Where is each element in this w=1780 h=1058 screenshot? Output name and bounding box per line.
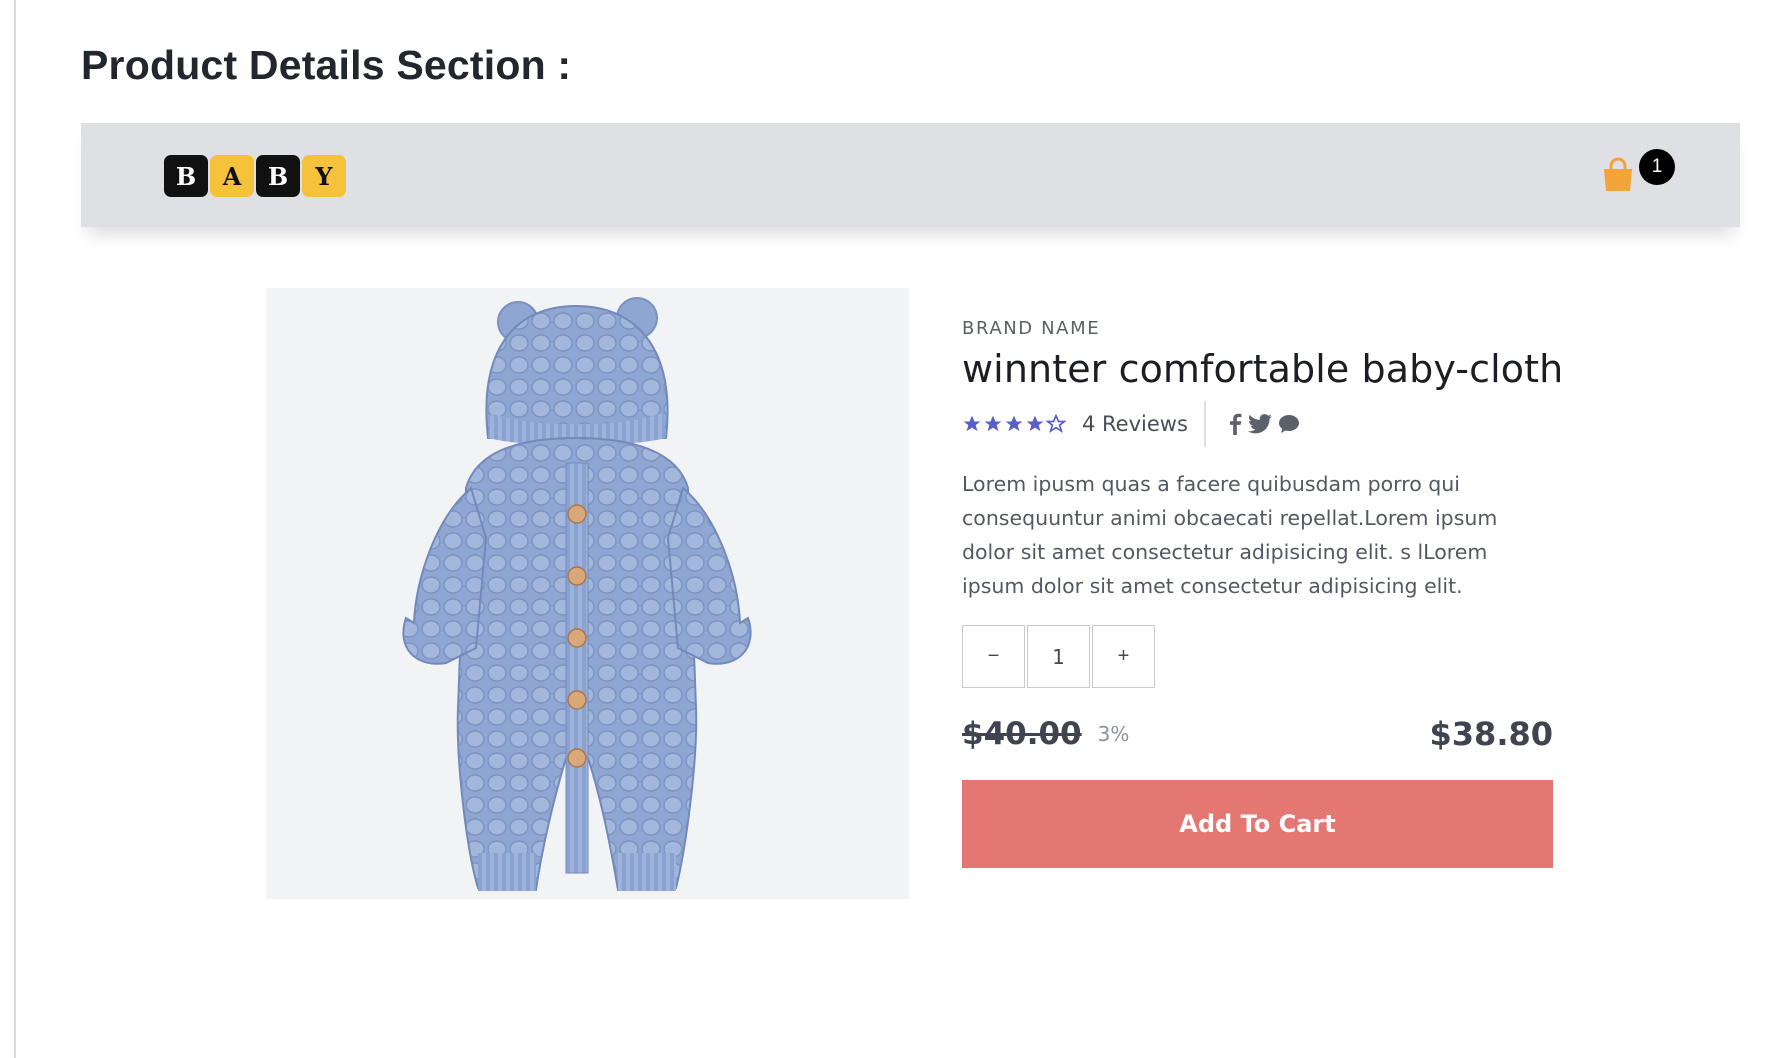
add-to-cart-button[interactable]: Add To Cart: [962, 780, 1553, 868]
product-info: BRAND NAME winnter comfortable baby-clot…: [962, 318, 1564, 868]
quantity-value[interactable]: 1: [1027, 625, 1090, 688]
twitter-icon[interactable]: [1247, 414, 1272, 434]
navbar: B A B Y 1: [81, 123, 1740, 227]
logo-letter: B: [256, 155, 300, 197]
star-filled-icon: [1026, 415, 1044, 432]
cart-button[interactable]: 1: [1601, 149, 1675, 199]
page-title: Product Details Section :: [81, 42, 572, 88]
logo-letter: Y: [302, 155, 346, 197]
divider: [1203, 401, 1206, 447]
increment-button[interactable]: +: [1092, 625, 1155, 688]
shopping-bag-icon: [1604, 157, 1632, 191]
page-left-border: [14, 0, 16, 1058]
star-filled-icon: [1005, 415, 1023, 432]
brand-logo[interactable]: B A B Y: [164, 155, 346, 197]
rating-row: 4 Reviews: [962, 401, 1553, 447]
product-image: [266, 288, 909, 899]
discount-badge: 3%: [1097, 722, 1130, 746]
quantity-stepper: − 1 +: [962, 625, 1553, 688]
star-rating: [962, 414, 1066, 434]
logo-letter: B: [164, 155, 208, 197]
cart-count-badge: 1: [1639, 149, 1675, 185]
logo-letter: A: [210, 155, 254, 197]
brand-name: BRAND NAME: [962, 318, 1101, 339]
star-filled-icon: [963, 415, 981, 432]
facebook-icon[interactable]: [1228, 413, 1242, 435]
decrement-button[interactable]: −: [962, 625, 1025, 688]
price-row: $40.00 3% $38.80: [962, 714, 1553, 754]
product-description: Lorem ipusm quas a facere quibusdam porr…: [962, 472, 1498, 598]
reviews-count[interactable]: 4 Reviews: [1082, 412, 1188, 436]
chat-icon[interactable]: [1278, 414, 1300, 434]
social-share: [1228, 413, 1300, 435]
star-empty-icon: [1046, 414, 1066, 433]
star-filled-icon: [984, 415, 1002, 432]
original-price: $40.00: [962, 716, 1082, 752]
product-title: winnter comfortable baby-cloth: [962, 347, 1564, 391]
product-photo: [402, 297, 752, 892]
sale-price: $38.80: [1429, 715, 1553, 753]
